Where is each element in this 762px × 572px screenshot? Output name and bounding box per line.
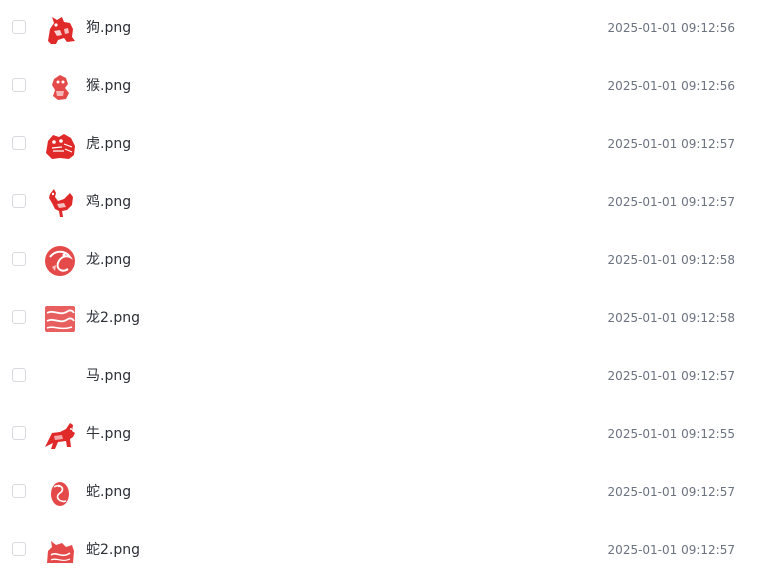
- file-name[interactable]: 狗.png: [86, 18, 131, 38]
- row-checkbox[interactable]: [12, 136, 26, 150]
- file-modified-time: 2025-01-01 09:12:57: [607, 195, 735, 209]
- file-name[interactable]: 牛.png: [86, 424, 131, 444]
- papercut-snake-2-icon[interactable]: [42, 533, 78, 569]
- file-row[interactable]: 蛇.png 2025-01-01 09:12:57: [0, 464, 762, 522]
- row-checkbox[interactable]: [12, 78, 26, 92]
- papercut-dragon-2-icon[interactable]: [42, 301, 78, 337]
- file-name[interactable]: 鸡.png: [86, 192, 131, 212]
- file-modified-time: 2025-01-01 09:12:57: [607, 485, 735, 499]
- row-checkbox[interactable]: [12, 484, 26, 498]
- file-modified-time: 2025-01-01 09:12:58: [607, 311, 735, 325]
- row-checkbox[interactable]: [12, 310, 26, 324]
- file-modified-time: 2025-01-01 09:12:57: [607, 137, 735, 151]
- papercut-tiger-icon[interactable]: [42, 127, 78, 163]
- file-row[interactable]: 狗.png 2025-01-01 09:12:56: [0, 0, 762, 58]
- file-row[interactable]: 龙2.png 2025-01-01 09:12:58: [0, 290, 762, 348]
- papercut-monkey-icon[interactable]: [42, 69, 78, 105]
- file-row[interactable]: 鸡.png 2025-01-01 09:12:57: [0, 174, 762, 232]
- file-name[interactable]: 龙2.png: [86, 308, 140, 328]
- row-checkbox[interactable]: [12, 20, 26, 34]
- papercut-rooster-icon[interactable]: [42, 185, 78, 221]
- file-row[interactable]: 猴.png 2025-01-01 09:12:56: [0, 58, 762, 116]
- row-checkbox[interactable]: [12, 542, 26, 556]
- file-name[interactable]: 猴.png: [86, 76, 131, 96]
- papercut-snake-icon[interactable]: [42, 475, 78, 511]
- papercut-dog-icon[interactable]: [42, 11, 78, 47]
- file-modified-time: 2025-01-01 09:12:57: [607, 543, 735, 557]
- file-row[interactable]: 蛇2.png 2025-01-01 09:12:57: [0, 522, 762, 572]
- file-list: 狗.png 2025-01-01 09:12:56 猴.png 2025-01-…: [0, 0, 762, 572]
- file-name[interactable]: 蛇.png: [86, 482, 131, 502]
- file-modified-time: 2025-01-01 09:12:57: [607, 369, 735, 383]
- file-modified-time: 2025-01-01 09:12:58: [607, 253, 735, 267]
- file-row[interactable]: 马.png 2025-01-01 09:12:57: [0, 348, 762, 406]
- file-row[interactable]: 虎.png 2025-01-01 09:12:57: [0, 116, 762, 174]
- papercut-ox-icon[interactable]: [42, 417, 78, 453]
- blank-thumbnail[interactable]: [42, 359, 78, 395]
- row-checkbox[interactable]: [12, 426, 26, 440]
- file-modified-time: 2025-01-01 09:12:56: [607, 21, 735, 35]
- papercut-dragon-icon[interactable]: [42, 243, 78, 279]
- row-checkbox[interactable]: [12, 368, 26, 382]
- file-row[interactable]: 龙.png 2025-01-01 09:12:58: [0, 232, 762, 290]
- file-modified-time: 2025-01-01 09:12:55: [607, 427, 735, 441]
- row-checkbox[interactable]: [12, 194, 26, 208]
- file-name[interactable]: 虎.png: [86, 134, 131, 154]
- file-name[interactable]: 龙.png: [86, 250, 131, 270]
- file-row[interactable]: 牛.png 2025-01-01 09:12:55: [0, 406, 762, 464]
- file-name[interactable]: 马.png: [86, 366, 131, 386]
- file-modified-time: 2025-01-01 09:12:56: [607, 79, 735, 93]
- row-checkbox[interactable]: [12, 252, 26, 266]
- file-name[interactable]: 蛇2.png: [86, 540, 140, 560]
